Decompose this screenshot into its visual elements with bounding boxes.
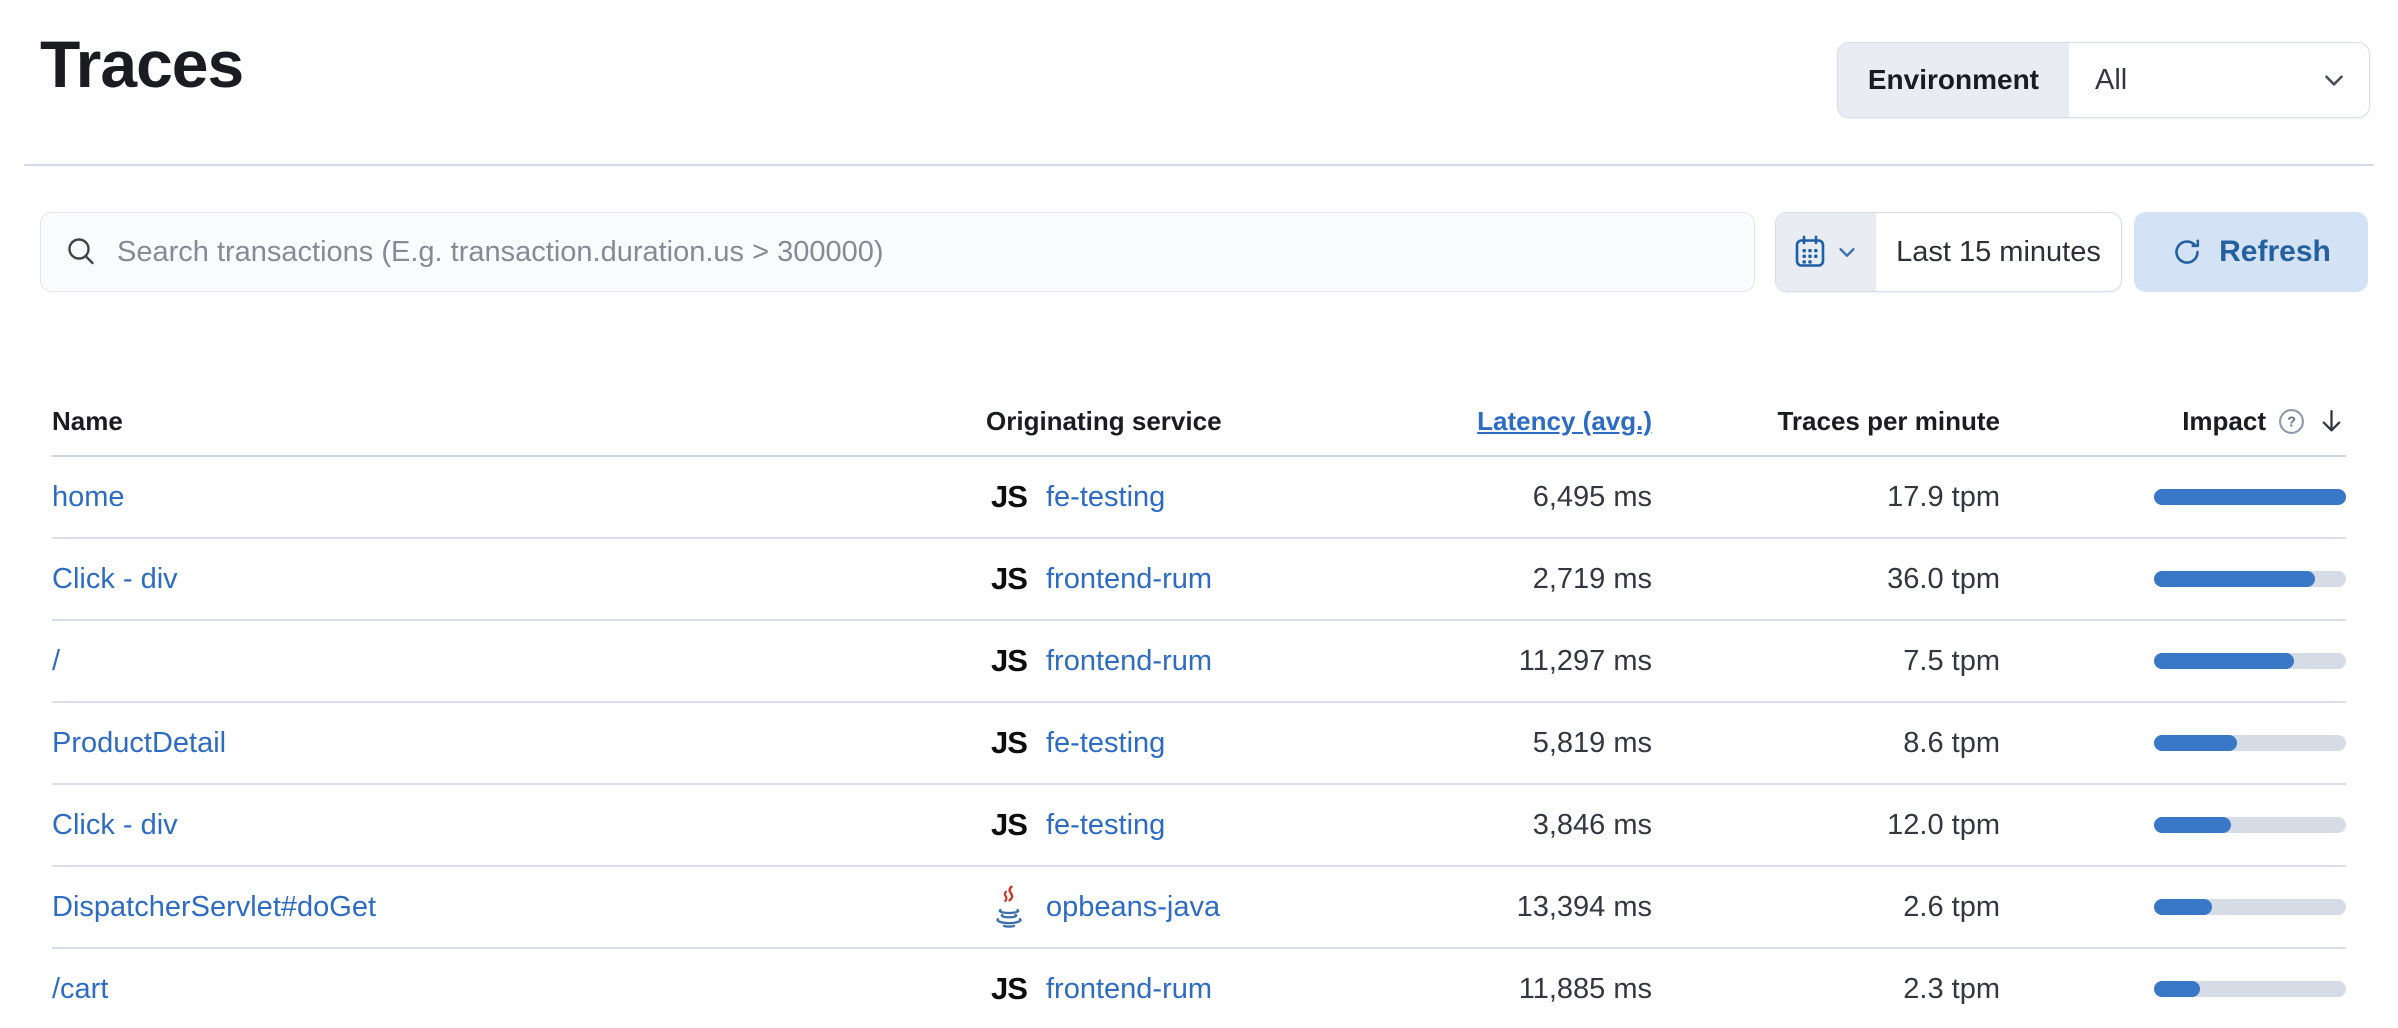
- svg-text:?: ?: [2287, 414, 2296, 430]
- impact-bar-fill: [2154, 817, 2231, 833]
- refresh-icon: [2171, 236, 2203, 268]
- impact-sort-header[interactable]: Impact ?: [2000, 406, 2346, 437]
- tpm-value: 7.5 tpm: [1652, 645, 2000, 678]
- latency-value: 11,885 ms: [1416, 973, 1652, 1006]
- search-box: [40, 212, 1755, 292]
- environment-value: All: [2095, 64, 2127, 97]
- impact-bar: [2154, 653, 2346, 669]
- java-agent-icon: [990, 885, 1028, 929]
- latency-value: 6,495 ms: [1416, 481, 1652, 514]
- impact-bar-fill: [2154, 653, 2294, 669]
- date-picker: Last 15 minutes: [1775, 212, 2122, 292]
- table-row: Click - div JS fe-testing 3,846 ms 12.0 …: [52, 785, 2346, 867]
- transaction-name-link[interactable]: /cart: [52, 973, 108, 1005]
- transaction-name-link[interactable]: Click - div: [52, 809, 178, 841]
- date-quick-select-button[interactable]: [1776, 213, 1876, 291]
- service-link[interactable]: frontend-rum: [1046, 563, 1212, 596]
- table-row: ProductDetail JS fe-testing 5,819 ms 8.6…: [52, 703, 2346, 785]
- impact-bar: [2154, 817, 2346, 833]
- search-icon: [65, 235, 99, 269]
- tpm-value: 17.9 tpm: [1652, 481, 2000, 514]
- calendar-icon: [1794, 235, 1826, 269]
- transaction-name-link[interactable]: home: [52, 481, 125, 513]
- tpm-value: 8.6 tpm: [1652, 727, 2000, 760]
- tpm-value: 2.6 tpm: [1652, 891, 2000, 924]
- tpm-value: 12.0 tpm: [1652, 809, 2000, 842]
- javascript-agent-icon: JS: [991, 725, 1027, 761]
- javascript-agent-icon: JS: [991, 479, 1027, 515]
- latency-value: 5,819 ms: [1416, 727, 1652, 760]
- search-input[interactable]: [117, 236, 1730, 269]
- tpm-value: 2.3 tpm: [1652, 973, 2000, 1006]
- impact-bar-fill: [2154, 735, 2237, 751]
- traces-table: Name Originating service Latency (avg.) …: [52, 387, 2346, 1028]
- table-row: home JS fe-testing 6,495 ms 17.9 tpm: [52, 457, 2346, 539]
- impact-bar: [2154, 899, 2346, 915]
- refresh-button[interactable]: Refresh: [2134, 212, 2368, 292]
- impact-bar: [2154, 981, 2346, 997]
- transaction-name-link[interactable]: ProductDetail: [52, 727, 226, 759]
- transaction-name-link[interactable]: Click - div: [52, 563, 178, 595]
- name-column-header: Name: [52, 406, 986, 437]
- latency-value: 2,719 ms: [1416, 563, 1652, 596]
- transaction-name-link[interactable]: DispatcherServlet#doGet: [52, 891, 376, 923]
- impact-bar-fill: [2154, 489, 2346, 505]
- table-header-row: Name Originating service Latency (avg.) …: [52, 387, 2346, 457]
- page-header: Traces Environment All: [24, 0, 2374, 166]
- impact-bar-fill: [2154, 571, 2315, 587]
- table-row: /cart JS frontend-rum 11,885 ms 2.3 tpm: [52, 949, 2346, 1028]
- impact-column-label: Impact: [2182, 406, 2266, 437]
- question-circle-icon[interactable]: ?: [2278, 408, 2305, 435]
- environment-select[interactable]: Environment All: [1837, 42, 2370, 118]
- javascript-agent-icon: JS: [991, 643, 1027, 679]
- traces-per-minute-column-header: Traces per minute: [1652, 406, 2000, 437]
- impact-bar: [2154, 489, 2346, 505]
- service-link[interactable]: fe-testing: [1046, 809, 1165, 842]
- service-link[interactable]: fe-testing: [1046, 481, 1165, 514]
- javascript-agent-icon: JS: [991, 561, 1027, 597]
- javascript-agent-icon: JS: [991, 971, 1027, 1007]
- impact-bar-fill: [2154, 899, 2212, 915]
- toolbar: Last 15 minutes Refresh: [40, 212, 2368, 292]
- tpm-value: 36.0 tpm: [1652, 563, 2000, 596]
- time-range-button[interactable]: Last 15 minutes: [1876, 213, 2121, 291]
- impact-bar-fill: [2154, 981, 2200, 997]
- service-link[interactable]: opbeans-java: [1046, 891, 1220, 924]
- table-row: DispatcherServlet#doGet JS opbeans-java …: [52, 867, 2346, 949]
- transaction-name-link[interactable]: /: [52, 645, 60, 677]
- originating-service-column-header: Originating service: [986, 406, 1416, 437]
- page-title: Traces: [40, 28, 243, 101]
- latency-sort-header[interactable]: Latency (avg.): [1477, 406, 1652, 436]
- service-link[interactable]: fe-testing: [1046, 727, 1165, 760]
- javascript-agent-icon: JS: [991, 807, 1027, 843]
- service-link[interactable]: frontend-rum: [1046, 645, 1212, 678]
- table-row: Click - div JS frontend-rum 2,719 ms 36.…: [52, 539, 2346, 621]
- chevron-down-icon: [1836, 241, 1858, 263]
- environment-label: Environment: [1838, 43, 2069, 117]
- refresh-label: Refresh: [2219, 235, 2331, 269]
- table-body: home JS fe-testing 6,495 ms 17.9 tpm: [52, 457, 2346, 1028]
- latency-value: 13,394 ms: [1416, 891, 1652, 924]
- impact-bar: [2154, 571, 2346, 587]
- latency-value: 3,846 ms: [1416, 809, 1652, 842]
- service-link[interactable]: frontend-rum: [1046, 973, 1212, 1006]
- sort-arrow-down-icon: [2317, 407, 2346, 436]
- latency-value: 11,297 ms: [1416, 645, 1652, 678]
- impact-bar: [2154, 735, 2346, 751]
- chevron-down-icon: [2321, 67, 2347, 93]
- table-row: / JS frontend-rum 11,297 ms 7.5 tpm: [52, 621, 2346, 703]
